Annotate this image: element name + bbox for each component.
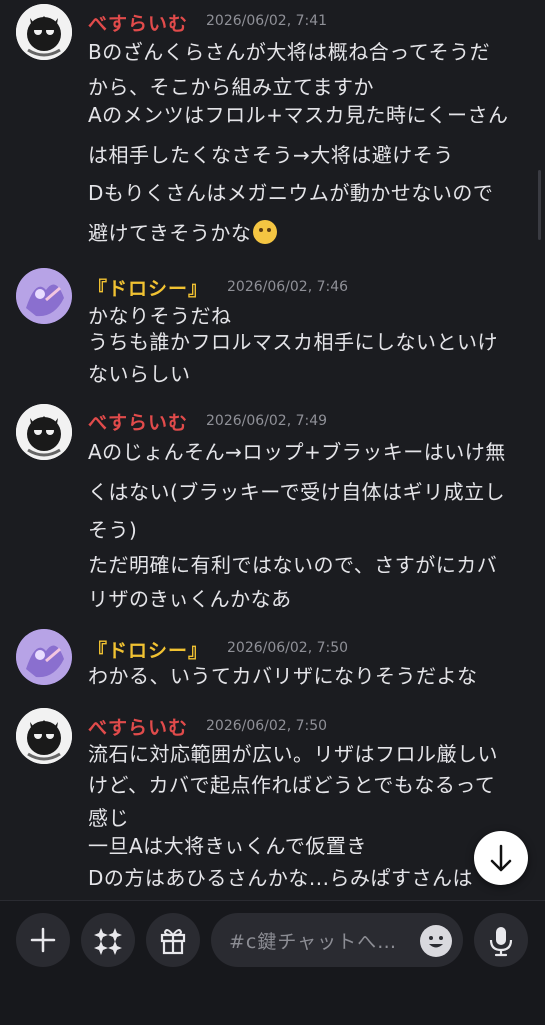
- message-input-placeholder: #c鍵チャットへ…: [229, 931, 398, 953]
- message-line: Aのメンツはフロル+マスカ見た時にくーさん: [88, 103, 509, 127]
- avatar-image: [16, 4, 72, 60]
- arrow-down-icon: [490, 844, 512, 872]
- avatar[interactable]: [16, 268, 72, 324]
- message-line: ないらしい: [88, 362, 191, 386]
- sparkle-apps-icon: [94, 928, 122, 955]
- timestamp: 2026/06/02, 7:50: [206, 718, 328, 734]
- add-attachment-button[interactable]: [16, 913, 70, 967]
- jump-to-latest-button[interactable]: [474, 831, 528, 885]
- timestamp: 2026/06/02, 7:41: [206, 13, 328, 29]
- message-list[interactable]: べすらいむ 2026/06/02, 7:41 Bのざんくらさんが大将は概ね合って…: [0, 0, 545, 900]
- author-name[interactable]: 『ドロシー』: [88, 636, 208, 663]
- message-line: 感じ: [88, 806, 129, 830]
- thinking-face-emoji: [253, 220, 278, 244]
- message-line: から、そこから組み立てますか: [88, 75, 374, 99]
- gift-button[interactable]: [146, 913, 200, 967]
- timestamp: 2026/06/02, 7:49: [206, 413, 328, 429]
- message-line: わかる、いうてカバリザになりそうだよな: [88, 664, 478, 688]
- gift-icon: [160, 929, 186, 955]
- message-line: Bのざんくらさんが大将は概ね合ってそうだ: [88, 40, 491, 64]
- avatar[interactable]: [16, 708, 72, 764]
- avatar-image: [16, 708, 72, 764]
- avatar-image: [16, 404, 72, 460]
- apps-button[interactable]: [81, 913, 135, 967]
- message-line: けど、カバで起点作ればどうとでもなるって: [88, 773, 496, 797]
- message-line: そう): [88, 518, 138, 542]
- author-name[interactable]: べすらいむ: [88, 9, 188, 36]
- message-line-with-emoji: 避けてきそうかな: [88, 217, 278, 246]
- emoji-icon: [421, 926, 451, 956]
- message-line: 流石に対応範囲が広い。リザはフロル厳しい: [88, 742, 498, 766]
- message-text: 避けてきそうかな: [88, 221, 252, 245]
- author-name[interactable]: べすらいむ: [88, 408, 188, 435]
- timestamp: 2026/06/02, 7:46: [227, 279, 349, 295]
- message-line: リザのきぃくんかなあ: [88, 587, 292, 611]
- author-name[interactable]: 『ドロシー』: [88, 274, 208, 301]
- message-line: Aのじょんそん→ロップ+ブラッキーはいけ無: [88, 440, 506, 464]
- message-line: ただ明確に有利ではないので、さすがにカバ: [88, 553, 498, 577]
- avatar[interactable]: [16, 4, 72, 60]
- microphone-icon: [489, 927, 513, 957]
- message-line: かなりそうだね: [88, 304, 232, 328]
- message-line: Dもりくさんはメガニウムが動かせないので: [88, 181, 494, 205]
- message-line: うちも誰かフロルマスカ相手にしないといけ: [88, 330, 498, 354]
- avatar[interactable]: [16, 629, 72, 685]
- avatar[interactable]: [16, 404, 72, 460]
- avatar-image: [16, 268, 72, 324]
- author-name[interactable]: べすらいむ: [88, 713, 188, 740]
- message-line: Dの方はあひるさんかな...らみぱすさんは: [88, 866, 473, 890]
- timestamp: 2026/06/02, 7:50: [227, 640, 349, 656]
- message-line: くはない(ブラッキーで受け自体はギリ成立し: [88, 480, 506, 504]
- message-line: は相手したくなさそう→大将は避けそう: [88, 143, 454, 167]
- avatar-image: [16, 629, 72, 685]
- emoji-picker-button[interactable]: [420, 925, 452, 957]
- message-line: 一旦Aは大将きぃくんで仮置き: [88, 834, 367, 858]
- voice-message-button[interactable]: [474, 913, 528, 967]
- plus-icon: [30, 927, 56, 953]
- scrollbar[interactable]: [538, 170, 541, 240]
